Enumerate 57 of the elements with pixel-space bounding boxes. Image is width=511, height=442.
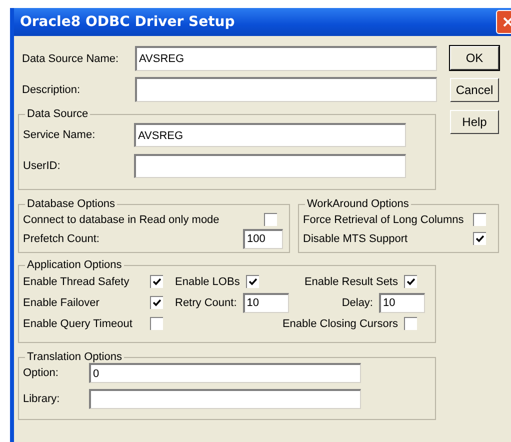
field-label: Data Source Name:	[21, 52, 120, 64]
field-value: 100	[247, 233, 266, 245]
group-title: Database Options	[26, 198, 116, 210]
dialog-button[interactable]: Cancel	[450, 78, 499, 102]
field-label: Description:	[21, 84, 82, 96]
checkbox[interactable]	[404, 275, 417, 288]
dialog-button[interactable]: OK	[450, 46, 499, 70]
option-label: Connect to database in Read only mode	[23, 214, 220, 226]
window-title: Oracle8 ODBC Driver Setup	[19, 14, 235, 30]
option-label: Disable MTS Support	[303, 232, 408, 244]
checkbox[interactable]	[264, 213, 277, 226]
checkbox[interactable]	[150, 317, 163, 330]
checkmark-icon	[153, 278, 161, 286]
option-label: Retry Count:	[175, 296, 237, 308]
field-label: Service Name:	[23, 129, 96, 141]
number-field[interactable]: 10	[379, 292, 425, 312]
field-value: 0	[93, 368, 100, 380]
text-field[interactable]	[134, 154, 406, 178]
field-value: 10	[383, 297, 396, 309]
checkbox[interactable]	[473, 232, 486, 245]
text-field[interactable]: AVSREG	[134, 123, 406, 147]
field-value: AVSREG	[138, 130, 184, 142]
checkmark-icon	[407, 278, 415, 286]
close-icon	[503, 17, 511, 27]
option-label: Enable LOBs	[175, 276, 240, 288]
checkbox[interactable]	[246, 275, 259, 288]
field-label: Library:	[23, 393, 61, 405]
group-title: Data Source	[26, 108, 90, 120]
checkmark-icon	[476, 235, 484, 243]
group-title: Application Options	[26, 259, 123, 271]
option-label: Prefetch Count:	[23, 232, 100, 244]
option-label: Delay:	[342, 296, 373, 308]
field-value: 10	[246, 297, 259, 309]
checkbox[interactable]	[473, 213, 486, 226]
checkbox[interactable]	[150, 296, 163, 309]
checkbox[interactable]	[150, 275, 163, 288]
checkmark-icon	[153, 299, 161, 307]
option-label: Enable Failover	[23, 296, 100, 308]
group-title: Translation Options	[26, 351, 123, 363]
text-field[interactable]	[89, 389, 361, 409]
option-label: Enable Thread Safety	[23, 276, 130, 288]
text-field[interactable]: 0	[89, 363, 361, 383]
field-label: Option:	[23, 367, 60, 379]
option-label: Enable Result Sets	[304, 276, 398, 288]
option-label: Enable Closing Cursors	[282, 318, 398, 330]
option-label: Enable Query Timeout	[23, 318, 132, 330]
checkmark-icon	[248, 278, 257, 286]
group-title: WorkAround Options	[306, 198, 410, 210]
checkbox[interactable]	[404, 317, 417, 330]
field-label: UserID:	[23, 160, 62, 172]
number-field[interactable]: 100	[243, 228, 283, 248]
dialog-button[interactable]: Help	[450, 110, 499, 134]
field-value: AVSREG	[139, 53, 184, 65]
text-field[interactable]: AVSREG	[135, 46, 437, 71]
number-field[interactable]: 10	[242, 292, 289, 312]
text-field[interactable]	[135, 77, 437, 102]
option-label: Force Retrieval of Long Columns	[303, 214, 464, 226]
